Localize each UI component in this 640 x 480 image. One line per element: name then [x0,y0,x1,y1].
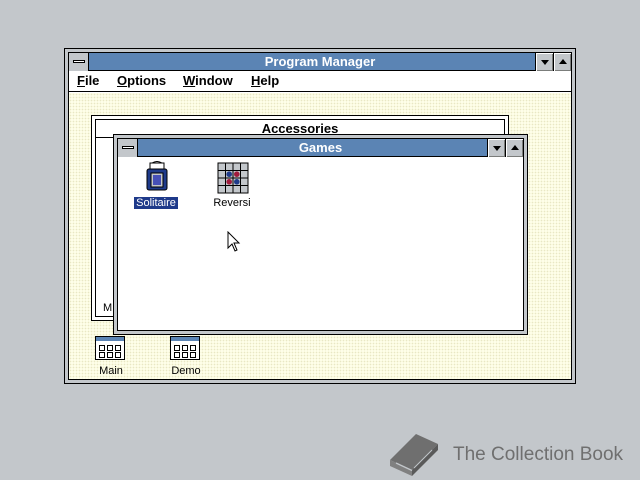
minimize-button[interactable] [535,53,553,71]
group-icon-label: Demo [171,365,201,377]
menu-options-label: ptions [127,73,167,88]
minimize-arrow-icon [541,60,549,65]
maximize-arrow-icon [559,59,567,64]
group-icon-demo[interactable]: Demo [164,336,208,378]
program-group-icon [170,336,200,360]
solitaire-label-wrap: Solitaire [134,197,178,209]
games-titlebar[interactable]: Games [118,139,523,157]
menu-options-mnemonic: O [117,73,128,88]
games-window[interactable]: Games Solitaire Reversi [113,134,528,335]
solitaire-icon [146,161,168,191]
program-group-icon [95,336,125,360]
menu-window[interactable]: Window [183,73,233,88]
minimize-arrow-icon [493,146,501,151]
reversi-program-item[interactable]: Reversi [210,161,254,211]
system-menu-icon [73,60,85,63]
solitaire-program-item[interactable]: Solitaire [134,161,178,211]
maximize-arrow-icon [511,145,519,150]
menu-file-label: ile [84,73,100,88]
program-manager-titlebar[interactable]: Program Manager [69,53,571,71]
menu-help[interactable]: Help [251,73,279,88]
group-icon-label: Main [99,365,123,377]
games-client: Games Solitaire Reversi [117,138,524,331]
games-system-menu-button[interactable] [118,139,138,157]
system-menu-icon [122,146,134,149]
menu-options[interactable]: Options [117,73,166,88]
accessories-partial-label: M [103,302,113,314]
system-menu-button[interactable] [69,53,89,71]
reversi-label: Reversi [213,197,251,209]
menu-help-mnemonic: H [251,73,261,88]
menu-file[interactable]: File [77,73,99,88]
mouse-pointer-icon [227,231,241,252]
book-icon [390,434,438,476]
menu-bar: File Options Window Help [69,71,571,92]
group-icon-main[interactable]: Main [91,336,131,378]
menu-window-mnemonic: W [183,73,196,88]
program-manager-title: Program Manager [264,54,376,69]
menu-help-label: elp [260,73,280,88]
games-title: Games [298,140,343,155]
watermark-text: The Collection Book [453,444,624,465]
maximize-button[interactable] [553,53,571,71]
games-maximize-button[interactable] [505,139,523,157]
reversi-icon [217,162,249,194]
menu-window-label: indow [195,73,233,88]
solitaire-label: Solitaire [134,197,178,209]
menu-file-mnemonic: F [77,73,85,88]
games-minimize-button[interactable] [487,139,505,157]
